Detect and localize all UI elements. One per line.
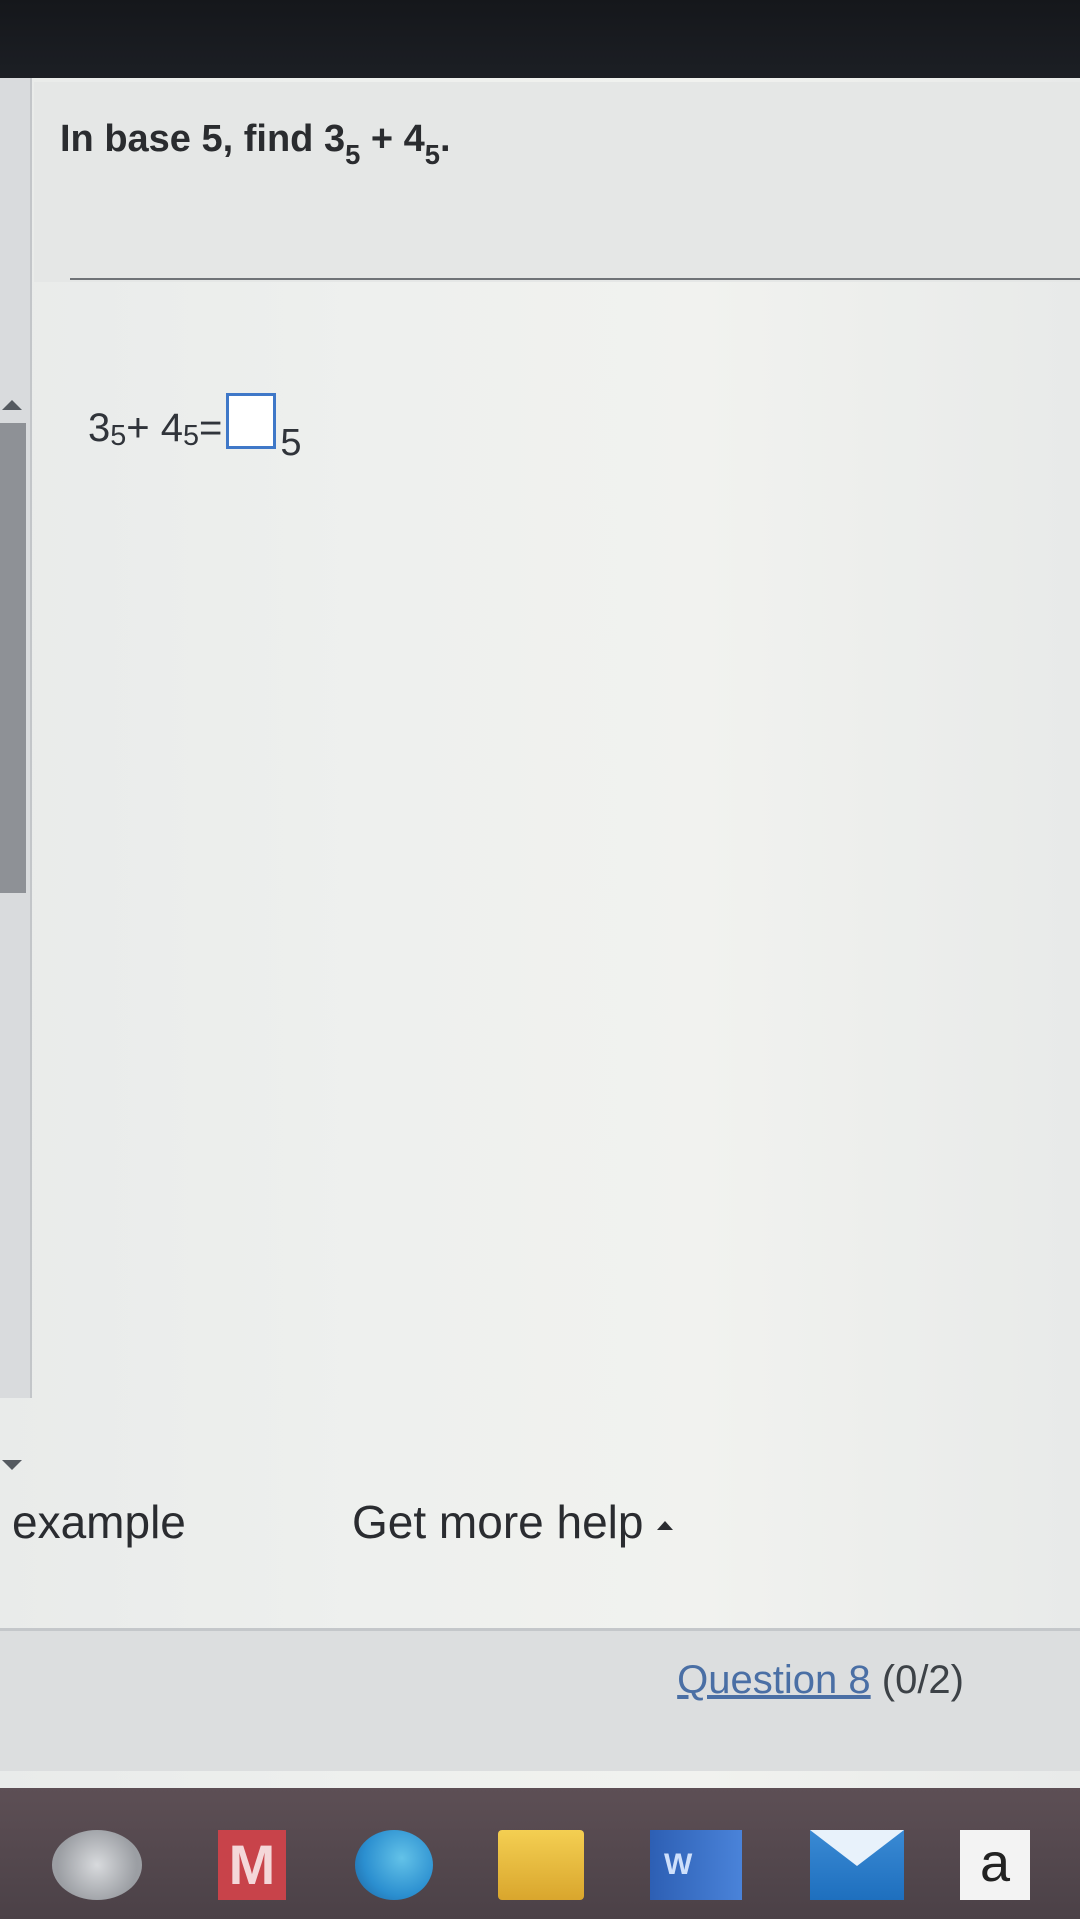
get-more-help-button[interactable]: Get more help: [352, 1495, 674, 1549]
view-example-link[interactable]: example: [12, 1495, 186, 1549]
equation-base-a: 5: [110, 420, 127, 453]
question-plus: + 4: [360, 118, 425, 160]
equation-equals: =: [199, 406, 223, 450]
question-score: (0/2): [870, 1658, 964, 1702]
question-subscript-b: 5: [424, 138, 440, 170]
vertical-scrollbar[interactable]: [0, 78, 32, 1470]
amazon-icon[interactable]: a: [960, 1830, 1030, 1900]
equation-plus: + 4: [126, 406, 183, 450]
question-subscript-a: 5: [345, 138, 361, 170]
equation-base-b: 5: [182, 420, 199, 453]
scroll-thumb[interactable]: [0, 423, 26, 893]
mail-icon[interactable]: [810, 1830, 904, 1900]
caret-up-icon: [657, 1521, 674, 1531]
answer-base: 5: [280, 422, 302, 464]
mcafee-icon[interactable]: M: [218, 1830, 286, 1900]
get-more-help-label: Get more help: [352, 1496, 644, 1548]
question-prompt: In base 5, find 35 + 45.: [60, 118, 451, 170]
scroll-up-arrow-icon[interactable]: [2, 400, 22, 410]
question-panel: [34, 82, 1080, 282]
answer-equation: 35 + 45 = 5: [88, 385, 302, 464]
equation-operand-a: 3: [88, 406, 111, 450]
question-link[interactable]: Question 8: [677, 1658, 870, 1702]
edge-icon[interactable]: [355, 1830, 433, 1900]
help-links: example Get more help: [0, 1495, 1080, 1575]
divider: [70, 278, 1080, 280]
word-icon[interactable]: W: [650, 1830, 742, 1900]
question-suffix: .: [439, 118, 451, 160]
chrome-icon[interactable]: [52, 1830, 142, 1900]
scroll-down-arrow-icon[interactable]: [2, 1460, 22, 1470]
question-navigation: Question 8 (0/2): [677, 1658, 964, 1703]
question-prefix: In base 5, find 3: [60, 118, 346, 160]
file-explorer-icon[interactable]: [498, 1830, 584, 1900]
answer-input[interactable]: [226, 393, 277, 449]
